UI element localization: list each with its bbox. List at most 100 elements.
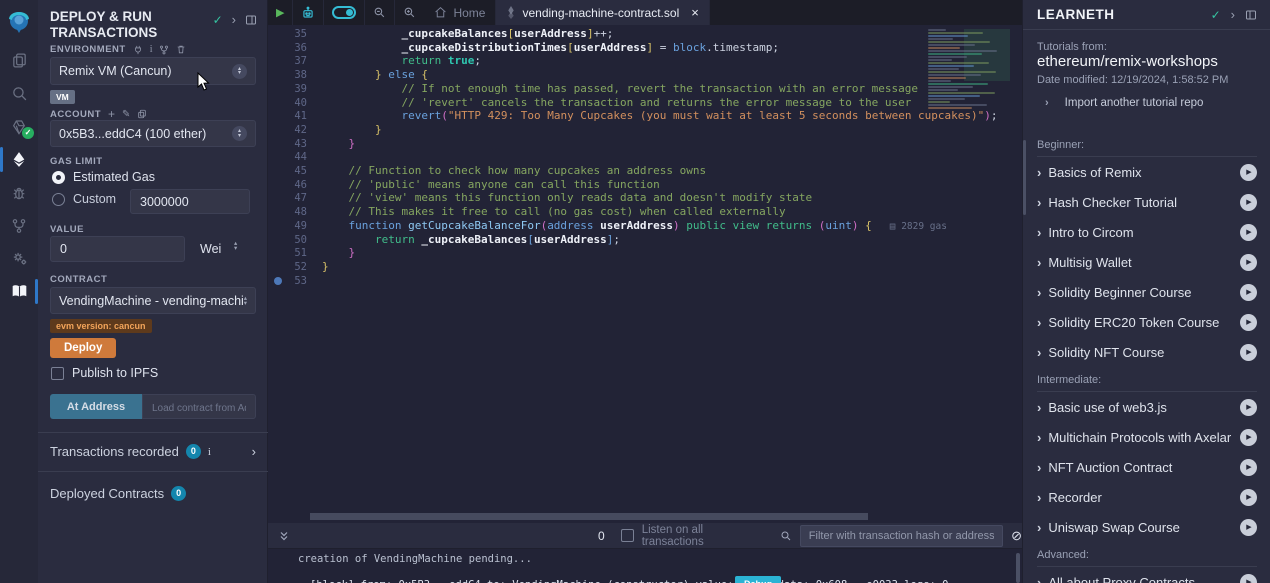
code-line-39[interactable]: 39 // If not enough time has passed, rev… [268, 82, 1022, 96]
ai-copilot-robot-icon[interactable] [293, 0, 324, 25]
line-number[interactable]: 48 [268, 205, 307, 219]
play-tutorial-button[interactable]: ▶ [1240, 194, 1257, 211]
code-line-46[interactable]: 46 // 'public' means anyone can call thi… [268, 178, 1022, 192]
tutorial-item-solidity-nft-course[interactable]: ›Solidity NFT Course▶ [1037, 337, 1257, 367]
learneth-scrollbar[interactable] [1023, 140, 1026, 215]
sign-message-icon[interactable]: ✎ [122, 109, 130, 120]
debugger-icon[interactable] [0, 176, 38, 209]
code-line-50[interactable]: 50 return _cupcakeBalances[userAddress]; [268, 233, 1022, 247]
search-icon[interactable] [0, 77, 38, 110]
estimated-gas-radio[interactable] [52, 171, 65, 184]
tutorial-item-uniswap-swap-course[interactable]: ›Uniswap Swap Course▶ [1037, 512, 1257, 542]
tutorial-item-all-about-proxy-contracts[interactable]: ›All about Proxy Contracts▶ [1037, 567, 1257, 583]
copy-account-icon[interactable] [137, 109, 147, 119]
zoom-in-icon[interactable] [395, 0, 424, 25]
file-explorer-icon[interactable] [0, 44, 38, 77]
collapse-terminal-icon[interactable] [278, 530, 290, 542]
account-select[interactable]: 0x5B3...eddC4 (100 ether) ▴▾ [50, 120, 256, 147]
line-number[interactable]: 41 [268, 109, 307, 123]
close-tab-icon[interactable]: × [691, 5, 699, 20]
tutorial-item-multichain-protocols-with-axelar[interactable]: ›Multichain Protocols with Axelar▶ [1037, 422, 1257, 452]
transaction-filter-input[interactable] [800, 525, 1003, 547]
terminal-scrollbar[interactable] [1016, 553, 1020, 583]
code-line-35[interactable]: 35 _cupcakeBalances[userAddress]++; [268, 27, 1022, 41]
custom-gas-radio[interactable] [52, 193, 65, 206]
play-tutorial-button[interactable]: ▶ [1240, 314, 1257, 331]
code-line-47[interactable]: 47 // 'view' means this function only re… [268, 191, 1022, 205]
fork-environment-icon[interactable] [159, 45, 169, 55]
value-input[interactable] [50, 236, 185, 262]
line-number[interactable]: 38 [268, 68, 307, 82]
play-tutorial-button[interactable]: ▶ [1240, 164, 1257, 181]
play-tutorial-button[interactable]: ▶ [1240, 574, 1257, 583]
play-tutorial-button[interactable]: ▶ [1240, 344, 1257, 361]
copilot-toggle[interactable] [324, 0, 365, 25]
unit-caret-icon[interactable]: ▴▾ [234, 241, 237, 251]
code-line-49[interactable]: 49 function getCupcakeBalanceFor(address… [268, 219, 1022, 233]
git-icon[interactable] [0, 209, 38, 242]
line-number[interactable]: 52 [268, 260, 307, 274]
play-tutorial-button[interactable]: ▶ [1240, 489, 1257, 506]
play-tutorial-button[interactable]: ▶ [1240, 459, 1257, 476]
tab-home[interactable]: Home [424, 0, 496, 25]
code-area[interactable]: 35 _cupcakeBalances[userAddress]++;36 _c… [268, 25, 1022, 523]
code-line-52[interactable]: 52} [268, 260, 1022, 274]
debug-button[interactable]: Debug [735, 576, 781, 583]
tutorial-item-basics-of-remix[interactable]: ›Basics of Remix▶ [1037, 157, 1257, 187]
code-line-37[interactable]: 37 return true; [268, 54, 1022, 68]
columns-icon[interactable] [245, 14, 257, 26]
code-line-43[interactable]: 43 } [268, 137, 1022, 151]
line-number[interactable]: 35 [268, 27, 307, 41]
play-tutorial-button[interactable]: ▶ [1240, 519, 1257, 536]
code-line-36[interactable]: 36 _cupcakeDistributionTimes[userAddress… [268, 41, 1022, 55]
solidity-compiler-icon[interactable]: ✓ [0, 110, 38, 143]
plug-icon[interactable] [133, 45, 143, 55]
pin-panel-chevron-icon[interactable]: › [232, 12, 236, 27]
line-number[interactable]: 40 [268, 96, 307, 110]
contract-select[interactable]: VendingMachine - vending-machin ▴▾ [50, 287, 256, 314]
editor-minimap[interactable] [926, 27, 1010, 111]
line-number[interactable]: 42 [268, 123, 307, 137]
line-number[interactable]: 39 [268, 82, 307, 96]
line-number[interactable]: 37 [268, 54, 307, 68]
transactions-recorded-row[interactable]: Transactions recorded 0 i › [50, 444, 256, 459]
run-script-icon[interactable]: ▶ [268, 0, 293, 25]
value-unit-select[interactable]: Wei [200, 242, 221, 256]
code-line-53[interactable]: 53 [268, 274, 1022, 288]
line-number[interactable]: 43 [268, 137, 307, 151]
tutorial-item-multisig-wallet[interactable]: ›Multisig Wallet▶ [1037, 247, 1257, 277]
code-line-42[interactable]: 42 } [268, 123, 1022, 137]
tutorial-item-intro-to-circom[interactable]: ›Intro to Circom▶ [1037, 217, 1257, 247]
code-line-45[interactable]: 45 // Function to check how many cupcake… [268, 164, 1022, 178]
tutorial-item-solidity-erc20-token-course[interactable]: ›Solidity ERC20 Token Course▶ [1037, 307, 1257, 337]
breakpoint-dot[interactable] [274, 277, 282, 285]
add-account-icon[interactable]: + [108, 107, 115, 121]
code-line-40[interactable]: 40 // 'revert' cancels the transaction a… [268, 96, 1022, 110]
play-tutorial-button[interactable]: ▶ [1240, 429, 1257, 446]
line-number[interactable]: 51 [268, 246, 307, 260]
code-line-48[interactable]: 48 // This makes it free to call (no gas… [268, 205, 1022, 219]
line-number[interactable]: 36 [268, 41, 307, 55]
learneth-icon[interactable] [0, 275, 38, 308]
deploy-run-icon[interactable] [0, 143, 38, 176]
code-line-44[interactable]: 44 [268, 150, 1022, 164]
play-tutorial-button[interactable]: ▶ [1240, 399, 1257, 416]
code-line-41[interactable]: 41 revert("HTTP 429: Too Many Cupcakes (… [268, 109, 1022, 123]
custom-gas-input[interactable] [130, 189, 250, 214]
tutorial-item-recorder[interactable]: ›Recorder▶ [1037, 482, 1257, 512]
clear-console-icon[interactable]: ⊘ [1011, 528, 1022, 544]
listen-all-checkbox[interactable] [621, 529, 634, 542]
tutorial-item-nft-auction-contract[interactable]: ›NFT Auction Contract▶ [1037, 452, 1257, 482]
tab-vending-machine-contract-sol[interactable]: vending-machine-contract.sol× [496, 0, 709, 25]
info-icon[interactable]: i [208, 446, 211, 458]
play-tutorial-button[interactable]: ▶ [1240, 284, 1257, 301]
learneth-chevron-icon[interactable]: › [1231, 7, 1235, 22]
at-address-input[interactable] [142, 394, 256, 419]
code-line-38[interactable]: 38 } else { [268, 68, 1022, 82]
tutorial-item-solidity-beginner-course[interactable]: ›Solidity Beginner Course▶ [1037, 277, 1257, 307]
at-address-button[interactable]: At Address [50, 394, 142, 419]
import-repo-toggle[interactable]: › Import another tutorial repo [1045, 97, 1203, 109]
play-tutorial-button[interactable]: ▶ [1240, 224, 1257, 241]
trash-icon[interactable] [176, 44, 186, 55]
learneth-columns-icon[interactable] [1245, 9, 1257, 21]
